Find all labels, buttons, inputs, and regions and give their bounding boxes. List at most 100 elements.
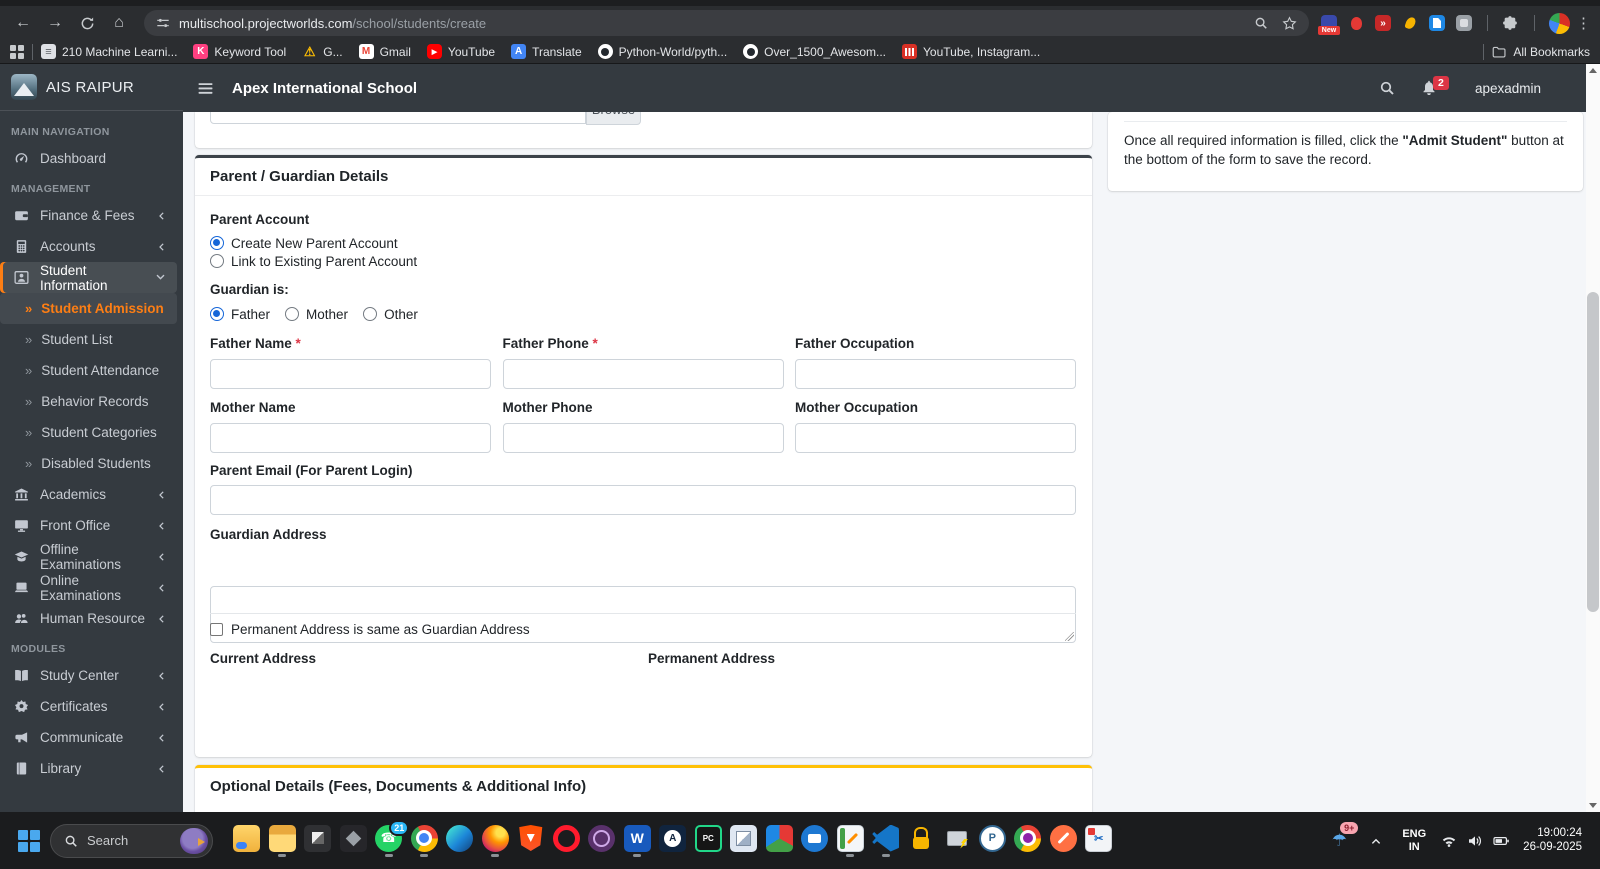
taskbar-icon-firefox[interactable] — [478, 812, 514, 869]
taskbar-icon-activepresenter[interactable]: A — [655, 812, 691, 869]
taskbar-icon-chrome-dev[interactable] — [1010, 812, 1046, 869]
back-icon[interactable]: ← — [10, 10, 36, 36]
sidebar-item-certificates[interactable]: Certificates — [0, 691, 177, 722]
radio-control[interactable] — [210, 307, 224, 321]
radio-control[interactable] — [210, 236, 224, 250]
notifications-bell-icon[interactable]: 2 — [1421, 76, 1449, 96]
apps-grid-icon[interactable] — [10, 44, 24, 59]
taskbar-icon-inkscape[interactable] — [1046, 812, 1082, 869]
battery-icon[interactable] — [1493, 833, 1510, 849]
bookmark-item-over-1500-awesom[interactable]: Over_1500_Awesom... — [743, 44, 886, 59]
sidebar-item-communicate[interactable]: Communicate — [0, 722, 177, 753]
red-dot-extension-icon[interactable] — [1348, 15, 1364, 31]
taskbar-icon-pycharm[interactable]: PC — [691, 812, 727, 869]
taskbar-icon-user-folder[interactable] — [229, 812, 265, 869]
home-icon[interactable]: ⌂ — [106, 10, 132, 36]
taskbar-icon-anydesk[interactable] — [797, 812, 833, 869]
bookmark-item-210-machine-learni[interactable]: 210 Machine Learni... — [41, 44, 177, 59]
search-highlight-image[interactable] — [180, 827, 208, 854]
volume-icon[interactable] — [1467, 833, 1483, 849]
browser-menu-icon[interactable]: ⋮ — [1576, 14, 1591, 32]
radio-control[interactable] — [285, 307, 300, 321]
sidebar-subitem-student-admission[interactable]: » Student Admission — [0, 293, 177, 324]
site-settings-icon[interactable] — [156, 16, 170, 30]
sidebar-item-finance-fees[interactable]: Finance & Fees — [0, 200, 177, 231]
bookmark-item-youtube[interactable]: YouTube — [426, 44, 495, 59]
father-phone-input[interactable] — [502, 359, 784, 389]
blue-doc-extension-icon[interactable] — [1429, 15, 1445, 31]
new-badge-extension-icon[interactable] — [1318, 15, 1340, 35]
hidden-icons-chevron[interactable] — [1370, 835, 1382, 847]
brand[interactable]: AIS RAIPUR — [0, 64, 183, 111]
bookmark-item-gmail[interactable]: Gmail — [358, 44, 411, 59]
taskbar-icon-remote-transfer[interactable] — [939, 812, 975, 869]
sidebar-item-academics[interactable]: Academics — [0, 479, 177, 510]
sidebar-item-study-center[interactable]: Study Center — [0, 660, 177, 691]
radio-guardian-father[interactable]: Father — [210, 305, 270, 323]
sidebar-subitem-student-attendance[interactable]: » Student Attendance — [0, 355, 177, 386]
taskbar-icon-snipping-tool[interactable] — [1081, 812, 1117, 869]
taskbar-icon-winscp[interactable] — [904, 812, 940, 869]
red-forward-extension-icon[interactable] — [1375, 15, 1391, 31]
wifi-icon[interactable] — [1441, 833, 1457, 849]
bookmark-item-keyword-tool[interactable]: Keyword Tool — [193, 44, 286, 59]
taskbar-icon-unity-hub[interactable] — [336, 812, 372, 869]
taskbar-icon-opera[interactable] — [549, 812, 585, 869]
taskbar-icon-tor-browser[interactable] — [584, 812, 620, 869]
sidebar-item-front-office[interactable]: Front Office — [0, 510, 177, 541]
father-name-input[interactable] — [210, 359, 491, 389]
taskbar-icon-word[interactable]: W — [620, 812, 656, 869]
language-switcher[interactable]: ENG IN — [1402, 828, 1426, 853]
sidebar-item-online-examinations[interactable]: Online Examinations — [0, 572, 177, 603]
scroll-down-arrow[interactable] — [1586, 799, 1600, 812]
radio-guardian-mother[interactable]: Mother — [285, 305, 348, 323]
radio-link-existing-parent-account[interactable]: Link to Existing Parent Account — [210, 252, 417, 270]
umbrella-tray-icon[interactable]: ☂ 9+ — [1324, 821, 1359, 851]
bookmark-item-g[interactable]: G... — [302, 44, 342, 59]
file-upload-input[interactable] — [210, 112, 586, 124]
mother-occupation-input[interactable] — [795, 423, 1076, 453]
start-button[interactable] — [12, 824, 46, 858]
comma-extension-icon[interactable] — [1402, 15, 1418, 31]
sidebar-item-accounts[interactable]: Accounts — [0, 231, 177, 262]
radio-guardian-other[interactable]: Other — [363, 305, 418, 323]
search-icon[interactable] — [1254, 16, 1268, 30]
user-menu[interactable]: apexadmin — [1475, 81, 1541, 96]
taskbar-icon-paint3d[interactable] — [762, 812, 798, 869]
sidebar-subitem-disabled-students[interactable]: » Disabled Students — [0, 448, 177, 479]
sidebar-item-offline-examinations[interactable]: Offline Examinations — [0, 541, 177, 572]
profile-avatar[interactable] — [1549, 12, 1570, 34]
taskbar-icon-vscode[interactable] — [868, 812, 904, 869]
taskbar-icon-notepad-plus[interactable] — [833, 812, 869, 869]
bookmark-star-icon[interactable] — [1282, 15, 1297, 31]
taskbar-icon-edge[interactable] — [442, 812, 478, 869]
sidebar-subitem-student-list[interactable]: » Student List — [0, 324, 177, 355]
father-occupation-input[interactable] — [795, 359, 1076, 389]
hamburger-menu-icon[interactable] — [197, 80, 214, 97]
radio-control[interactable] — [210, 254, 224, 268]
scroll-up-arrow[interactable] — [1586, 64, 1600, 77]
bookmark-item-youtube-instagram[interactable]: YouTube, Instagram... — [902, 44, 1040, 59]
same-address-checkbox[interactable] — [210, 623, 223, 636]
url-bar[interactable]: multischool.projectworlds.com /school/st… — [144, 10, 1309, 36]
radio-create-new-parent-account[interactable]: Create New Parent Account — [210, 234, 417, 252]
taskbar-icon-virtualbox[interactable] — [726, 812, 762, 869]
all-bookmarks-button[interactable]: All Bookmarks — [1492, 45, 1590, 59]
taskbar-icon-screen-sketch[interactable] — [300, 812, 336, 869]
radio-control[interactable] — [363, 307, 378, 321]
bookmark-item-translate[interactable]: Translate — [511, 44, 582, 59]
forward-icon[interactable]: → — [42, 10, 68, 36]
mother-phone-input[interactable] — [502, 423, 784, 453]
sidebar-subitem-student-categories[interactable]: » Student Categories — [0, 417, 177, 448]
taskbar-icon-chrome[interactable] — [407, 812, 443, 869]
taskbar-icon-whatsapp[interactable]: 21 — [371, 812, 410, 869]
sidebar-item-human-resource[interactable]: Human Resource — [0, 603, 177, 634]
reload-icon[interactable] — [74, 10, 100, 36]
parent-email-input[interactable] — [210, 485, 1076, 515]
sidebar-item-library[interactable]: Library — [0, 753, 177, 784]
extensions-puzzle-icon[interactable] — [1502, 15, 1519, 32]
navbar-search-icon[interactable] — [1379, 80, 1395, 96]
sidebar-item-dashboard[interactable]: Dashboard — [0, 143, 177, 174]
mother-name-input[interactable] — [210, 423, 491, 453]
scrollbar-thumb[interactable] — [1587, 292, 1599, 612]
